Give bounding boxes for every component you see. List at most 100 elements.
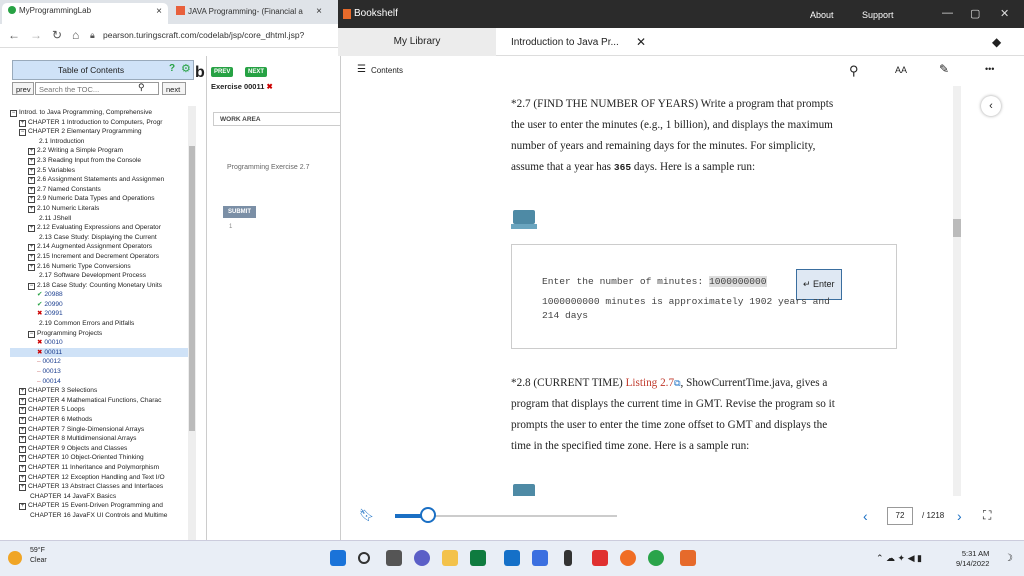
work-area-tab[interactable]: WORK AREA <box>213 112 341 126</box>
search-icon[interactable] <box>358 552 370 564</box>
bookshelf-app-icon[interactable] <box>680 550 696 566</box>
home-icon[interactable]: ⌂ <box>72 28 79 42</box>
file-explorer-icon[interactable] <box>442 550 458 566</box>
expand-icon[interactable]: + <box>19 474 26 482</box>
firefox-icon[interactable] <box>620 550 636 566</box>
steam-icon[interactable] <box>564 550 572 566</box>
mail-icon[interactable] <box>504 550 520 566</box>
help-icon[interactable]: ? <box>169 63 175 74</box>
toc-item[interactable]: − Programming Projects <box>10 329 188 339</box>
collapse-icon[interactable]: − <box>28 282 35 290</box>
expand-icon[interactable]: + <box>19 503 26 511</box>
browser-tab-java-programming[interactable]: JAVA Programming- (Financial a × <box>170 3 328 24</box>
toc-item[interactable]: ✔ 20988 <box>10 290 188 300</box>
search-icon[interactable]: ⚲ <box>138 82 145 93</box>
expand-icon[interactable]: + <box>19 436 26 444</box>
toc-item[interactable]: + CHAPTER 12 Exception Handling and Text … <box>10 473 188 483</box>
expand-icon[interactable]: + <box>28 253 35 261</box>
notifications-icon[interactable]: ☽ <box>1004 553 1013 564</box>
toc-item[interactable]: ✖ 20991 <box>10 309 188 319</box>
toc-item[interactable]: +2.7 Named Constants <box>10 185 188 195</box>
toc-item[interactable]: 2.11 JShell <box>10 214 188 224</box>
toc-item[interactable]: CHAPTER 16 JavaFX UI Controls and Multim… <box>10 511 188 521</box>
toc-item[interactable]: – 00014 <box>10 377 188 387</box>
toc-item[interactable]: +2.3 Reading Input from the Console <box>10 156 188 166</box>
submit-button[interactable]: SUBMIT <box>223 206 256 218</box>
toc-item[interactable]: + CHAPTER 3 Selections <box>10 386 188 396</box>
expand-icon[interactable]: + <box>28 225 35 233</box>
maximize-icon[interactable]: ▢ <box>970 7 980 20</box>
toc-item[interactable]: + CHAPTER 5 Loops <box>10 405 188 415</box>
toc-next-button[interactable]: next <box>162 82 186 95</box>
expand-icon[interactable]: + <box>19 407 26 415</box>
toc-item[interactable]: + CHAPTER 7 Single-Dimensional Arrays <box>10 425 188 435</box>
expand-icon[interactable]: + <box>19 388 26 396</box>
notes-icon[interactable]: ✎ <box>939 62 949 76</box>
collapse-icon[interactable]: − <box>28 330 35 338</box>
windows-start-icon[interactable] <box>330 550 346 566</box>
toc-item[interactable]: +2.16 Numeric Type Conversions <box>10 262 188 272</box>
next-exercise-button[interactable]: NEXT <box>245 67 268 77</box>
contents-menu-icon[interactable]: ☰ <box>357 64 366 75</box>
toc-item[interactable]: 2.1 Introduction <box>10 137 188 147</box>
reader-scrollbar[interactable] <box>953 86 961 496</box>
toc-item[interactable]: +2.6 Assignment Statements and Assignmen <box>10 175 188 185</box>
reload-icon[interactable]: ↻ <box>52 28 62 42</box>
expand-icon[interactable]: + <box>19 119 26 127</box>
toc-item[interactable]: +2.9 Numeric Data Types and Operations <box>10 194 188 204</box>
expand-icon[interactable]: + <box>28 167 35 175</box>
close-tab-icon[interactable]: ✕ <box>636 35 646 49</box>
toc-item[interactable]: +2.14 Augmented Assignment Operators <box>10 242 188 252</box>
listing-link[interactable]: Listing 2.7 <box>626 377 674 389</box>
about-menu[interactable]: About <box>810 10 834 20</box>
toc-item[interactable]: CHAPTER 14 JavaFX Basics <box>10 492 188 502</box>
toc-item[interactable]: + CHAPTER 8 Multidimensional Arrays <box>10 434 188 444</box>
task-view-icon[interactable] <box>386 550 402 566</box>
toc-item[interactable]: − CHAPTER 2 Elementary Programming <box>10 127 188 137</box>
forward-arrow-icon[interactable]: → <box>30 28 42 42</box>
expand-icon[interactable]: + <box>28 244 35 252</box>
expand-icon[interactable]: + <box>19 397 26 405</box>
weather-widget[interactable]: 59°F Clear <box>8 546 47 566</box>
prev-page-icon[interactable]: ‹ <box>863 508 868 524</box>
store-icon[interactable] <box>470 550 486 566</box>
office-icon[interactable] <box>592 550 608 566</box>
expand-icon[interactable]: + <box>19 426 26 434</box>
expand-icon[interactable]: + <box>28 157 35 165</box>
expand-icon[interactable]: + <box>19 484 26 492</box>
expand-icon[interactable]: + <box>28 148 35 156</box>
chat-icon[interactable] <box>414 550 430 566</box>
toc-item[interactable]: 2.19 Common Errors and Pitfalls <box>10 319 188 329</box>
tab-my-library[interactable]: My Library <box>338 28 496 56</box>
toc-item[interactable]: ✔ 20990 <box>10 300 188 310</box>
tray-icons[interactable]: ⌃ ☁ ✦ ◀ ▮ <box>876 553 922 564</box>
toc-item[interactable]: + CHAPTER 11 Inheritance and Polymorphism <box>10 463 188 473</box>
reader-scroll-thumb[interactable] <box>953 219 961 237</box>
expand-icon[interactable]: + <box>28 205 35 213</box>
next-page-icon[interactable]: › <box>957 508 962 524</box>
toc-scroll-thumb[interactable] <box>189 146 195 431</box>
toc-item[interactable]: 2.17 Software Development Process <box>10 271 188 281</box>
back-arrow-icon[interactable]: ← <box>8 28 20 42</box>
toc-item[interactable]: ✖ 00011 <box>10 347 188 358</box>
search-icon[interactable]: ⚲ <box>849 63 859 79</box>
expand-icon[interactable]: + <box>28 196 35 204</box>
more-options-button[interactable]: ••• <box>985 64 994 74</box>
toc-item[interactable]: +2.10 Numeric Literals <box>10 204 188 214</box>
tab-book[interactable]: Introduction to Java Pr... ✕ <box>496 28 656 56</box>
toc-item[interactable]: +2.15 Increment and Decrement Operators <box>10 252 188 262</box>
collapse-icon[interactable]: − <box>10 110 17 117</box>
toc-prev-button[interactable]: prev <box>12 82 34 95</box>
expand-icon[interactable]: + <box>28 177 35 185</box>
toc-item[interactable]: −2.18 Case Study: Counting Monetary Unit… <box>10 281 188 291</box>
sample-run-laptop-icon[interactable] <box>511 484 537 496</box>
sample-run-laptop-icon[interactable] <box>511 210 537 230</box>
toc-item[interactable]: − Introd. to Java Programming, Comprehens… <box>10 108 188 118</box>
fullscreen-icon[interactable]: ⛶ <box>983 508 991 523</box>
system-clock[interactable]: 5:31 AM 9/14/2022 <box>956 549 989 569</box>
prev-exercise-button[interactable]: PREV <box>211 67 234 77</box>
chevron-left-icon[interactable]: ‹ <box>981 96 1001 116</box>
url-field[interactable]: pearson.turingscraft.com/codelab/jsp/cor… <box>103 30 304 40</box>
toc-item[interactable]: + CHAPTER 13 Abstract Classes and Interfa… <box>10 482 188 492</box>
toc-item[interactable]: +2.12 Evaluating Expressions and Operato… <box>10 223 188 233</box>
